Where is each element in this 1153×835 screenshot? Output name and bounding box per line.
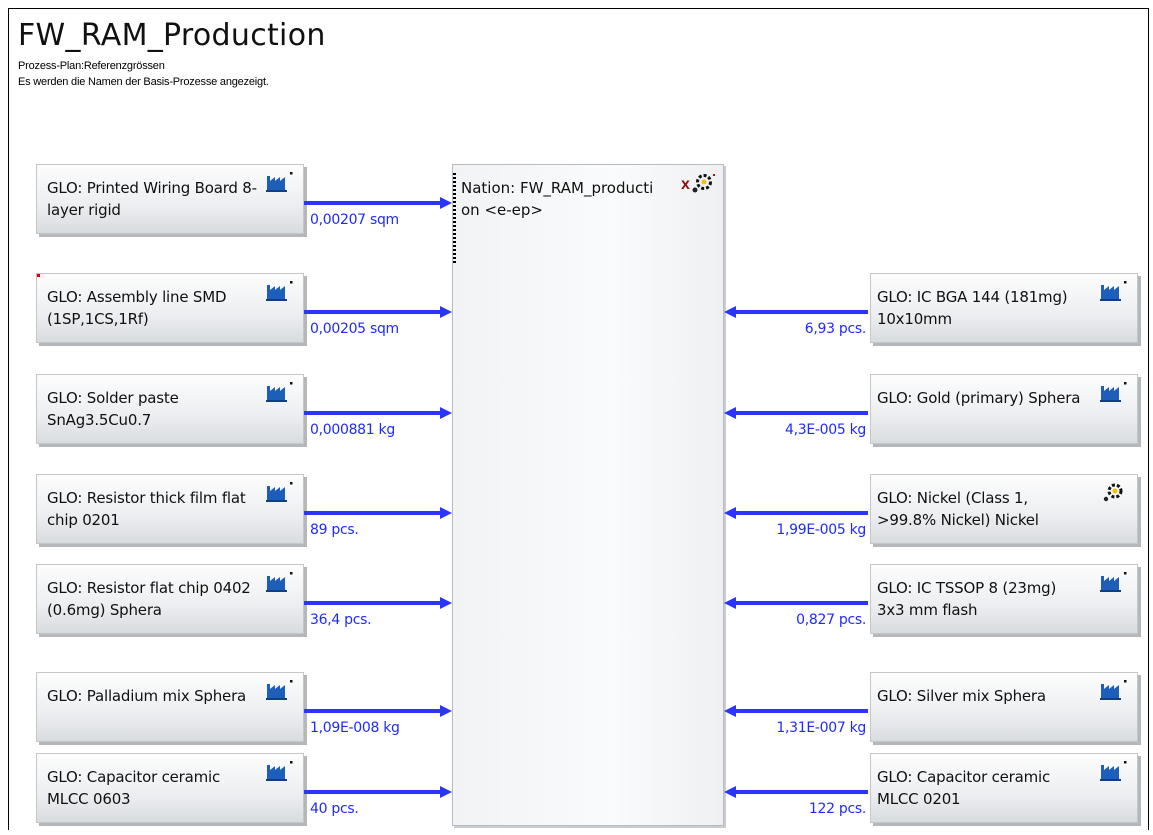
right-process-box[interactable]: GLO: IC TSSOP 8 (23mg) 3x3 mm flash xyxy=(870,564,1138,634)
left-process-box[interactable]: GLO: Printed Wiring Board 8-layer rigid xyxy=(36,164,304,234)
left-process-box[interactable]: GLO: Capacitor ceramic MLCC 0603 xyxy=(36,753,304,823)
right-flow[interactable]: 122 pcs. xyxy=(724,785,868,817)
flow-amount: 0,827 pcs. xyxy=(794,612,868,628)
factory-icon xyxy=(266,172,293,192)
left-process-box[interactable]: GLO: Resistor thick film flat chip 0201 xyxy=(36,474,304,544)
factory-icon xyxy=(266,572,293,592)
right-process-box[interactable]: GLO: Gold (primary) Sphera xyxy=(870,374,1138,444)
left-flow[interactable]: 1,09E-008 kg xyxy=(304,704,452,736)
flow-arrow xyxy=(724,786,868,798)
factory-icon xyxy=(1100,680,1127,700)
left-process-box[interactable]: GLO: Palladium mix Sphera xyxy=(36,672,304,742)
flow-arrow xyxy=(304,306,452,318)
svg-text:x: x xyxy=(681,176,690,193)
central-process-label: Nation: FW_RAM_production <e-ep> xyxy=(461,179,654,219)
factory-icon xyxy=(266,482,293,502)
flow-arrow xyxy=(724,507,868,519)
flow-arrow xyxy=(304,705,452,717)
gear-x-icon: x xyxy=(681,174,715,193)
left-flow[interactable]: 0,00205 sqm xyxy=(304,305,452,337)
flow-amount: 1,31E-007 kg xyxy=(774,720,868,736)
flow-amount: 1,09E-008 kg xyxy=(308,720,402,736)
right-flow[interactable]: 0,827 pcs. xyxy=(724,596,868,628)
marker-dot xyxy=(37,274,40,277)
process-label: GLO: Capacitor ceramic MLCC 0603 xyxy=(47,768,221,808)
process-label: GLO: Assembly line SMD (1SP,1CS,1Rf) xyxy=(47,288,227,328)
left-flow[interactable]: 0,000881 kg xyxy=(304,406,452,438)
left-process-box[interactable]: GLO: Solder paste SnAg3.5Cu0.7 xyxy=(36,374,304,444)
plan-subtitle-reference: Prozess-Plan:Referenzgrössen xyxy=(18,60,165,72)
left-process-box[interactable]: GLO: Resistor flat chip 0402 (0.6mg) Sph… xyxy=(36,564,304,634)
process-label: GLO: IC TSSOP 8 (23mg) 3x3 mm flash xyxy=(877,579,1057,619)
process-label: GLO: Palladium mix Sphera xyxy=(47,687,247,705)
process-label: GLO: Nickel (Class 1, >99.8% Nickel) Nic… xyxy=(877,489,1039,529)
left-process-box[interactable]: GLO: Assembly line SMD (1SP,1CS,1Rf) xyxy=(36,273,304,343)
right-process-box[interactable]: GLO: Capacitor ceramic MLCC 0201 xyxy=(870,753,1138,823)
right-flow[interactable]: 1,99E-005 kg xyxy=(724,506,868,538)
process-label: GLO: Resistor thick film flat chip 0201 xyxy=(47,489,246,529)
factory-icon xyxy=(1100,281,1127,301)
right-flow[interactable]: 1,31E-007 kg xyxy=(724,704,868,736)
process-label: GLO: Silver mix Sphera xyxy=(877,687,1046,705)
flow-amount: 6,93 pcs. xyxy=(802,321,868,337)
process-label: GLO: Capacitor ceramic MLCC 0201 xyxy=(877,768,1051,808)
flow-arrow xyxy=(724,407,868,419)
flow-arrow xyxy=(724,705,868,717)
process-label: GLO: Printed Wiring Board 8-layer rigid xyxy=(47,179,257,219)
flow-amount: 0,00207 sqm xyxy=(308,212,401,228)
process-label: GLO: IC BGA 144 (181mg) 10x10mm xyxy=(877,288,1068,328)
flow-amount: 89 pcs. xyxy=(308,522,361,538)
flow-arrow xyxy=(724,597,868,609)
right-flow[interactable]: 6,93 pcs. xyxy=(724,305,868,337)
selection-handle xyxy=(453,173,456,265)
right-process-box[interactable]: GLO: Nickel (Class 1, >99.8% Nickel) Nic… xyxy=(870,474,1138,544)
right-flow[interactable]: 4,3E-005 kg xyxy=(724,406,868,438)
right-process-box[interactable]: GLO: IC BGA 144 (181mg) 10x10mm xyxy=(870,273,1138,343)
flow-amount: 4,3E-005 kg xyxy=(782,422,868,438)
flow-amount: 122 pcs. xyxy=(806,801,868,817)
flow-arrow xyxy=(304,786,452,798)
factory-icon xyxy=(266,382,293,402)
left-flow[interactable]: 40 pcs. xyxy=(304,785,452,817)
flow-amount: 0,000881 kg xyxy=(308,422,397,438)
left-flow[interactable]: 89 pcs. xyxy=(304,506,452,538)
flow-arrow xyxy=(304,507,452,519)
flow-amount: 0,00205 sqm xyxy=(308,321,401,337)
left-flow[interactable]: 36,4 pcs. xyxy=(304,596,452,628)
factory-icon xyxy=(1100,572,1127,592)
central-process-box[interactable]: Nation: FW_RAM_production <e-ep> x xyxy=(452,164,724,826)
right-process-box[interactable]: GLO: Silver mix Sphera xyxy=(870,672,1138,742)
process-label: GLO: Gold (primary) Sphera xyxy=(877,389,1081,407)
process-label: GLO: Resistor flat chip 0402 (0.6mg) Sph… xyxy=(47,579,251,619)
factory-icon xyxy=(266,680,293,700)
gear-icon xyxy=(1103,483,1123,502)
plan-title: FW_RAM_Production xyxy=(18,18,326,53)
factory-icon xyxy=(1100,382,1127,402)
flow-arrow xyxy=(724,306,868,318)
flow-amount: 1,99E-005 kg xyxy=(774,522,868,538)
factory-icon xyxy=(266,281,293,301)
factory-icon xyxy=(266,761,293,781)
process-label: GLO: Solder paste SnAg3.5Cu0.7 xyxy=(47,389,179,429)
flow-amount: 36,4 pcs. xyxy=(308,612,374,628)
flow-arrow xyxy=(304,597,452,609)
flow-arrow xyxy=(304,407,452,419)
flow-amount: 40 pcs. xyxy=(308,801,361,817)
plan-subtitle-note: Es werden die Namen der Basis-Prozesse a… xyxy=(18,76,269,88)
flow-arrow xyxy=(304,197,452,209)
factory-icon xyxy=(1100,761,1127,781)
left-flow[interactable]: 0,00207 sqm xyxy=(304,196,452,228)
